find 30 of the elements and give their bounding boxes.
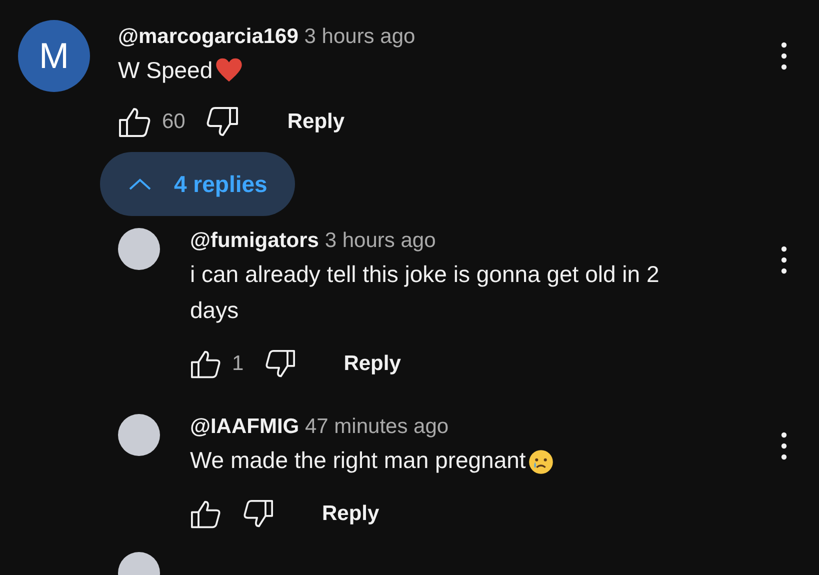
heart-emoji-icon [214, 57, 243, 83]
thumbs-up-icon[interactable] [190, 499, 222, 529]
username[interactable]: @IAAFMIG [190, 415, 300, 438]
timestamp: 3 hours ago [304, 25, 416, 48]
username[interactable]: @fumigators [190, 229, 319, 252]
thumbs-up-icon[interactable] [190, 349, 222, 379]
chevron-up-icon [128, 177, 152, 191]
avatar-photo-placeholder[interactable] [118, 228, 160, 270]
thumbs-down-icon[interactable] [264, 349, 296, 379]
crying-face-icon [528, 448, 554, 475]
reply-text: We made the right man pregnant [190, 447, 526, 473]
more-options-icon[interactable] [781, 432, 787, 460]
username[interactable]: @marcogarcia169 [118, 25, 298, 48]
avatar-photo-placeholder[interactable] [118, 414, 160, 456]
reply-button[interactable]: Reply [279, 106, 353, 138]
comment-text: W Speed [118, 56, 213, 85]
like-count: 1 [232, 352, 244, 376]
thumbs-up-icon[interactable] [118, 106, 152, 138]
timestamp: 3 hours ago [324, 229, 436, 252]
timestamp: 47 minutes ago [304, 415, 449, 438]
avatar[interactable]: M [18, 20, 90, 92]
like-count: 60 [162, 110, 186, 134]
reply-button[interactable]: Reply [336, 348, 409, 380]
replies-toggle[interactable]: 4 replies [100, 152, 296, 216]
thumbs-down-icon[interactable] [205, 106, 240, 138]
reply-button[interactable]: Reply [314, 498, 388, 530]
more-options-icon[interactable] [781, 42, 787, 70]
reply-text: i can already tell this joke is gonna get old in 2 days [190, 261, 660, 323]
more-options-icon[interactable] [781, 246, 787, 274]
thumbs-down-icon[interactable] [242, 499, 274, 529]
